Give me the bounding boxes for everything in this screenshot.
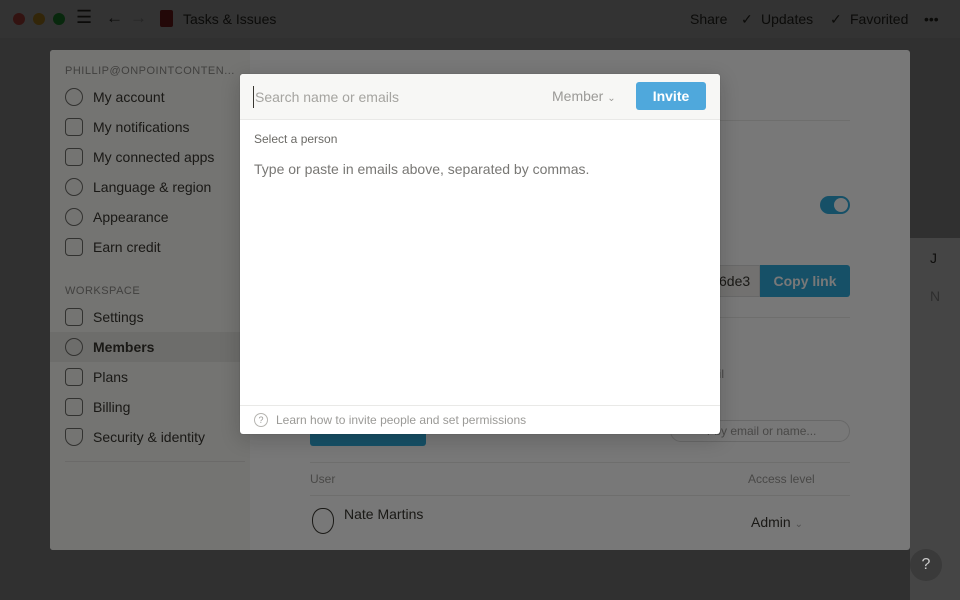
menu-icon[interactable]: ☰ — [76, 7, 92, 28]
share-button[interactable]: Share — [690, 11, 727, 27]
divider — [65, 461, 245, 462]
question-icon: ? — [254, 413, 268, 427]
member-name: Nate Martins — [344, 506, 424, 522]
sidebar-item-language[interactable]: Language & region — [50, 172, 250, 202]
sidebar-item-label: Members — [93, 339, 155, 355]
arrow-box-icon — [65, 148, 83, 166]
sidebar-item-plans[interactable]: Plans — [50, 362, 250, 392]
bell-icon — [65, 118, 83, 136]
invite-header: Member ⌄ Invite — [240, 74, 720, 120]
settings-sidebar: PHILLIP@ONPOINTCONTEN... My account My n… — [50, 50, 250, 550]
sidebar-item-label: Appearance — [93, 209, 169, 225]
workspace-header: WORKSPACE — [65, 285, 141, 297]
avatar-icon — [65, 88, 83, 106]
invite-popup: Member ⌄ Invite Select a person Type or … — [240, 74, 720, 434]
search-input[interactable] — [253, 86, 523, 108]
help-button[interactable]: ? — [910, 549, 942, 581]
more-button[interactable]: ••• — [924, 11, 939, 27]
page-icon — [160, 10, 173, 27]
check-icon: ✓ — [741, 11, 753, 27]
copy-link-button[interactable]: Copy link — [760, 265, 850, 297]
sidebar-item-label: My connected apps — [93, 149, 215, 165]
sidebar-item-connected-apps[interactable]: My connected apps — [50, 142, 250, 172]
moon-icon — [65, 208, 83, 226]
help-link-text: Learn how to invite people and set permi… — [276, 413, 527, 427]
role-value: Member — [552, 88, 604, 104]
sidebar-item-label: Language & region — [93, 179, 212, 195]
sidebar-item-label: Billing — [93, 399, 131, 415]
column-header-access: Access level — [748, 472, 815, 486]
divider — [310, 462, 850, 463]
shield-icon — [65, 428, 83, 446]
forward-arrow-icon[interactable]: → — [130, 8, 147, 28]
hint-text: Type or paste in emails above, separated… — [254, 161, 590, 177]
sidebar-item-label: My account — [93, 89, 165, 105]
sidebar-item-my-account[interactable]: My account — [50, 82, 250, 112]
title-bar: ☰ ← → Tasks & Issues Share ✓ Updates ✓ F… — [0, 0, 960, 38]
sidebar-item-label: Settings — [93, 309, 144, 325]
close-window-button[interactable] — [13, 13, 25, 25]
minimize-window-button[interactable] — [33, 13, 45, 25]
card-icon — [65, 398, 83, 416]
invite-link-toggle[interactable] — [820, 196, 850, 214]
chevron-down-icon: ⌄ — [607, 93, 616, 104]
sidebar-item-appearance[interactable]: Appearance — [50, 202, 250, 232]
sidebar-item-settings[interactable]: Settings — [50, 302, 250, 332]
sidebar-item-label: My notifications — [93, 119, 190, 135]
favorited-button[interactable]: Favorited — [850, 11, 908, 27]
sidebar-item-security[interactable]: Security & identity — [50, 422, 250, 452]
page-new[interactable]: N — [930, 288, 940, 304]
sidebar-item-label: Earn credit — [93, 239, 161, 255]
section-label: Select a person — [254, 132, 338, 146]
invite-button[interactable]: Invite — [636, 82, 706, 110]
check-icon: ✓ — [830, 11, 842, 27]
people-icon — [65, 338, 83, 356]
page-avatar: J — [930, 250, 937, 266]
access-level-value: Admin — [751, 514, 791, 530]
maximize-window-button[interactable] — [53, 13, 65, 25]
sidebar-item-members[interactable]: Members — [50, 332, 250, 362]
divider — [310, 495, 850, 496]
sidebar-item-billing[interactable]: Billing — [50, 392, 250, 422]
sidebar-item-label: Security & identity — [93, 429, 206, 445]
page-content: J N — [910, 238, 960, 600]
role-dropdown[interactable]: Member ⌄ — [552, 88, 616, 104]
chevron-down-icon: ⌄ — [794, 519, 803, 530]
member-avatar — [312, 508, 334, 534]
sidebar-item-label: Plans — [93, 369, 129, 385]
building-icon — [65, 308, 83, 326]
sidebar-item-my-notifications[interactable]: My notifications — [50, 112, 250, 142]
sidebar-item-earn-credit[interactable]: Earn credit — [50, 232, 250, 262]
globe-icon — [65, 178, 83, 196]
updates-button[interactable]: Updates — [761, 11, 813, 27]
access-level-dropdown[interactable]: Admin ⌄ — [751, 514, 803, 530]
help-link[interactable]: ? Learn how to invite people and set per… — [240, 405, 720, 434]
page-title: Tasks & Issues — [183, 11, 277, 27]
map-icon — [65, 368, 83, 386]
column-header-user: User — [310, 472, 336, 486]
back-arrow-icon[interactable]: ← — [106, 8, 123, 28]
account-email: PHILLIP@ONPOINTCONTEN... — [65, 65, 235, 77]
gift-icon — [65, 238, 83, 256]
